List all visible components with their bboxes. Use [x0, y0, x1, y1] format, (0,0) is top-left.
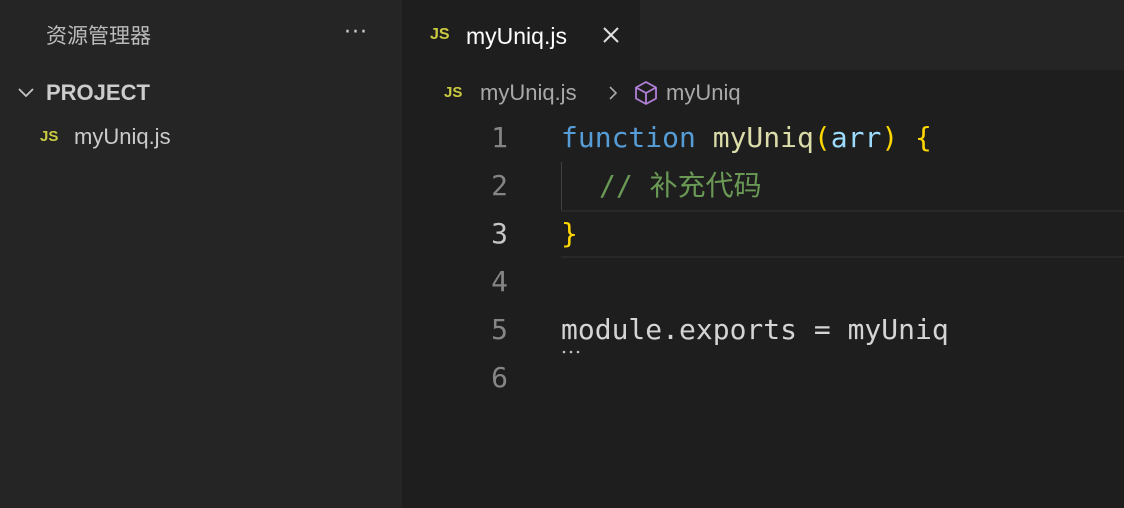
js-file-icon: JS — [40, 128, 59, 145]
editor-group: JS myUniq.js JS myUniq.js myUniq 1 funct… — [402, 0, 1124, 508]
cube-icon — [635, 81, 657, 105]
parameter-token: arr — [830, 121, 882, 154]
js-file-icon: JS — [430, 26, 450, 43]
breadcrumb-file[interactable]: myUniq.js — [480, 78, 577, 108]
line-number: 4 — [491, 265, 508, 298]
chevron-right-icon — [609, 86, 618, 100]
project-section-title: PROJECT — [46, 80, 150, 105]
paren-token: ) — [881, 121, 899, 154]
line-number: 1 — [491, 121, 508, 154]
line-number: 5 — [491, 313, 508, 346]
js-file-icon: JS — [444, 84, 463, 101]
code-line: 1 function myUniq(arr) { — [402, 114, 1124, 162]
line-content: function myUniq(arr) { — [561, 114, 932, 162]
line-number: 6 — [491, 361, 508, 394]
breadcrumb: JS myUniq.js myUniq — [402, 76, 1124, 110]
function-name-token: myUniq — [712, 121, 814, 154]
code-editor[interactable]: 1 function myUniq(arr) { 2 // 补充代码 3 } 4… — [402, 114, 1124, 508]
code-line: 5 module.exports = myUniq — [402, 306, 1124, 354]
brace-token: { — [915, 121, 932, 154]
brace-token: } — [561, 217, 578, 250]
file-name: myUniq.js — [74, 124, 171, 149]
line-content: module.exports = myUniq — [561, 313, 949, 346]
more-actions-button[interactable]: ··· — [336, 22, 376, 50]
code-line: 3 } — [402, 210, 1124, 258]
chevron-down-icon — [18, 88, 34, 98]
tab-myuniq[interactable]: JS myUniq.js — [402, 0, 640, 70]
tab-label: myUniq.js — [466, 23, 567, 49]
explorer-title: 资源管理器 — [46, 24, 151, 48]
keyword-token: function — [561, 121, 696, 154]
code-line: 6 — [402, 354, 1124, 402]
code-line: 2 // 补充代码 — [402, 162, 1124, 210]
explorer-file-myuniq[interactable]: JS myUniq.js — [0, 120, 402, 156]
tab-bar: JS myUniq.js — [402, 0, 1124, 70]
close-icon[interactable] — [600, 24, 622, 46]
explorer-sidebar: 资源管理器 ··· PROJECT JS myUniq.js — [0, 0, 402, 508]
comment-token: // 补充代码 — [599, 169, 762, 202]
vscode-window: 资源管理器 ··· PROJECT JS myUniq.js JS myUniq… — [0, 0, 1124, 508]
explorer-header: 资源管理器 ··· — [0, 0, 402, 70]
breadcrumb-symbol[interactable]: myUniq — [666, 78, 741, 108]
line-number: 3 — [491, 217, 508, 250]
code-line: 4 — [402, 258, 1124, 306]
paren-token: ( — [813, 121, 831, 154]
project-section-header[interactable]: PROJECT — [0, 74, 402, 112]
line-number: 2 — [491, 169, 508, 202]
